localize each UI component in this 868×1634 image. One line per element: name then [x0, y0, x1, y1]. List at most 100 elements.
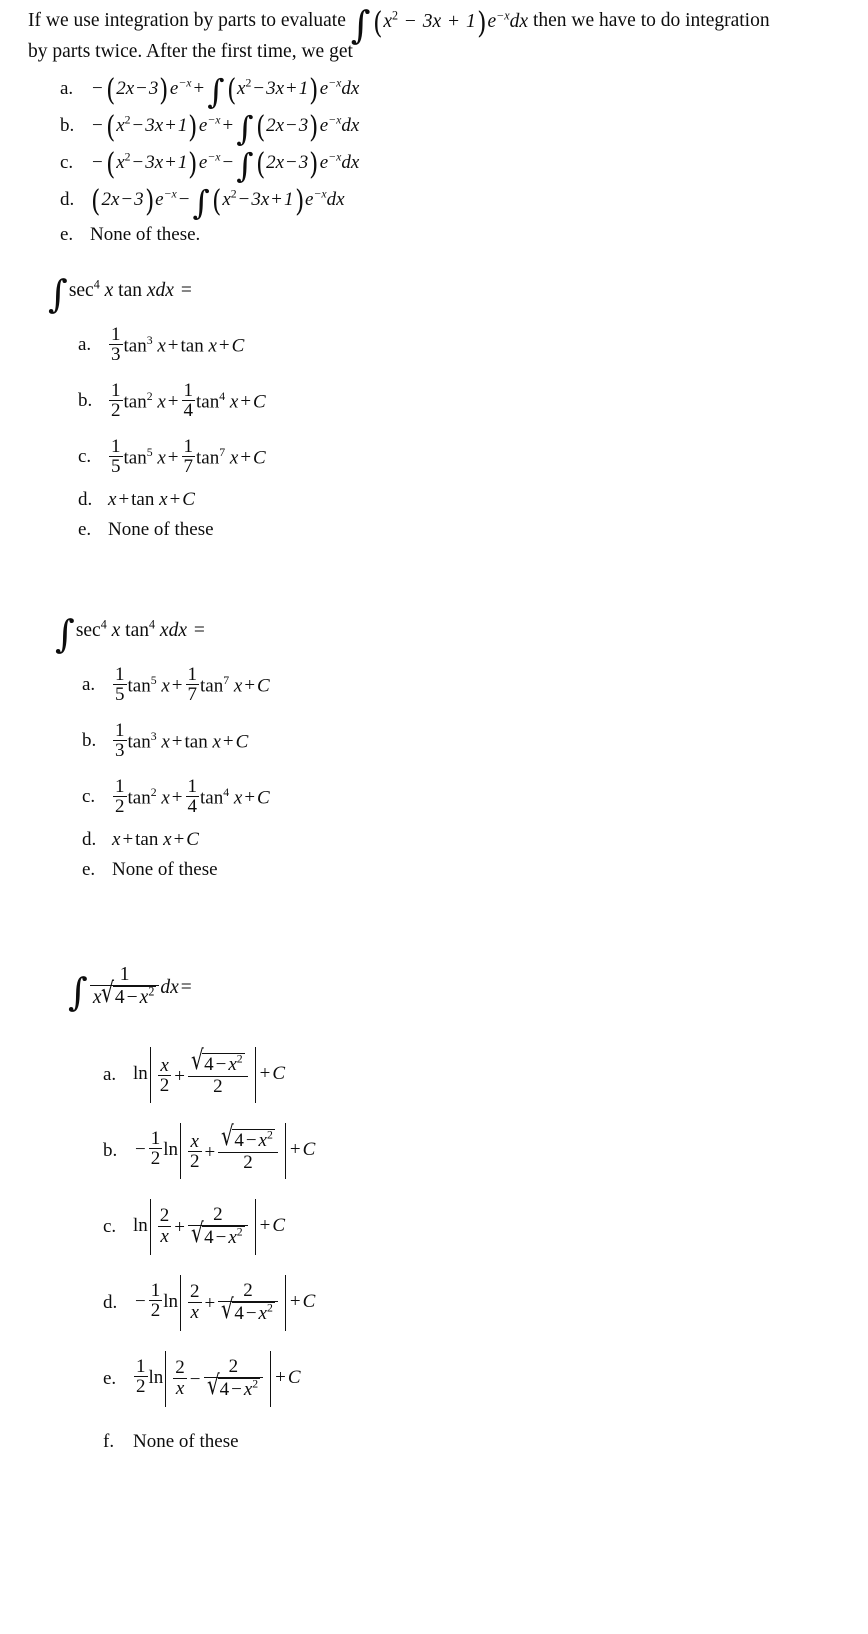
fraction-numerator: 1: [115, 663, 125, 685]
option-body: x + tan x + C: [112, 828, 199, 850]
option-letter: d.: [78, 488, 93, 510]
option-letter: a.: [103, 1063, 117, 1085]
fraction-numerator: 1: [111, 379, 121, 401]
option-body: 1 2 tan2 x +1 4 tan4 x + C: [113, 775, 270, 818]
option-letter: a.: [60, 78, 74, 100]
question-4-stem: ∫ 1 x√4− x2 dx =: [68, 964, 192, 1014]
option-letter: a.: [82, 673, 96, 695]
power: 3: [150, 729, 157, 743]
option-row[interactable]: d. x + tan x + C: [78, 485, 848, 515]
option-body: 1 5 tan5 x +1 7 tan7 x + C: [113, 663, 270, 706]
fraction-numerator: 1: [187, 775, 198, 797]
question-2-stem: ∫sec4 x tan xdx =: [48, 272, 192, 317]
option-row[interactable]: b. 1 3 tan3 x + tan x + C: [82, 713, 855, 769]
fraction-denominator: 7: [181, 456, 196, 478]
option-letter: c.: [103, 1215, 117, 1237]
fraction-denominator: 3: [113, 740, 127, 762]
option-body: −1 2 ln 2 x +2 √4− x2 + C: [133, 1274, 315, 1331]
fraction-numerator: 1: [187, 663, 198, 685]
option-letter: d.: [103, 1291, 118, 1313]
option-letter: e.: [82, 858, 96, 880]
question-1: If we use integration by parts to evalua…: [28, 6, 860, 251]
option-row[interactable]: c. 1 5 tan5 x +1 7 tan7 x + C: [78, 429, 848, 485]
fraction-numerator: 1: [183, 379, 194, 401]
stem-fraction: 1 x√4− x2: [89, 964, 160, 1010]
option-body: 1 5 tan5 x +1 7 tan7 x + C: [109, 435, 266, 478]
option-row[interactable]: d. (2x −3)e−x −∫(x2−3x +1)e−xdx: [60, 182, 860, 223]
q1-integrand-exp: e−xdx: [487, 8, 529, 32]
option-row[interactable]: e. None of these: [78, 515, 848, 545]
question-3: ∫sec4 x tan4 xdx = a. 1 5 tan5 x +1 7 tan7 x +…: [55, 612, 855, 885]
option-row[interactable]: a. 1 5 tan5 x +1 7 tan7 x + C: [82, 657, 855, 713]
question-2: ∫sec4 x tan xdx = a. 1 3 tan3 x + tan x + C b.…: [48, 272, 848, 545]
option-row[interactable]: b. − (x2−3x +1)e−x +∫(2x −3)e−xdx: [60, 108, 860, 149]
option-row[interactable]: a. − (2x −3)e−x +∫(x2−3x +1)e−xdx: [60, 71, 860, 109]
power: 2: [150, 785, 157, 799]
fraction-denominator: x√4− x2: [89, 977, 160, 1010]
q1-stem-integral: ∫(x2 − 3x + 1)e−xdx: [350, 2, 529, 47]
option-row[interactable]: d. −1 2 ln 2 x +2 √4− x2 + C: [103, 1265, 858, 1341]
power: 5: [150, 673, 157, 687]
option-body: None of these: [112, 858, 218, 880]
option-row[interactable]: e. None of these: [82, 855, 855, 885]
question-1-stem: If we use integration by parts to evalua…: [28, 6, 860, 67]
integral-sign: ∫: [48, 272, 68, 317]
option-row[interactable]: c. 1 2 tan2 x +1 4 tan4 x + C: [82, 769, 855, 825]
option-letter: d.: [60, 189, 75, 211]
option-row[interactable]: a. 1 3 tan3 x + tan x + C: [78, 317, 848, 373]
option-row[interactable]: c. − (x2−3x +1)e−x −∫(2x −3)e−xdx: [60, 145, 860, 186]
integral-sign: ∫: [68, 969, 88, 1014]
option-letter: c.: [78, 445, 92, 467]
q1-stem-line2: by parts twice. After the first time, we…: [28, 40, 353, 62]
option-body: − (x2−3x +1)e−x −∫(2x −3)e−xdx: [92, 146, 360, 186]
option-row[interactable]: d. x + tan x + C: [82, 825, 855, 855]
option-letter: e.: [103, 1367, 117, 1389]
absolute-value: 2 x −2 √4− x2: [165, 1350, 272, 1407]
power: 2: [146, 389, 153, 403]
fraction-denominator: 4: [181, 400, 196, 422]
option-body: 1 3 tan3 x + tan x + C: [109, 323, 245, 366]
power: 5: [146, 445, 153, 459]
option-body: x + tan x + C: [108, 488, 195, 510]
question-1-options: a. − (2x −3)e−x +∫(x2−3x +1)e−xdx b. − (x2−3x…: [60, 71, 860, 251]
integral-sign: ∫: [350, 2, 371, 47]
option-letter: b.: [103, 1139, 118, 1161]
option-row[interactable]: c. ln 2 x +2 √4− x2 + C: [103, 1189, 858, 1265]
fraction-denominator: 5: [109, 456, 123, 478]
question-4-options: a. ln x 2 + √4− x2 2 + C b. −1 2 ln x 2 + √4− x2 2 + C c. …: [103, 1037, 858, 1471]
option-letter: b.: [78, 389, 93, 411]
fraction-numerator: 1: [115, 775, 125, 797]
option-letter: c.: [82, 785, 96, 807]
q1-integrand-poly: x2 − 3x + 1: [383, 8, 476, 32]
q1-stem-line1-post: then we have to do integration: [532, 10, 770, 31]
fraction-numerator: 1: [111, 435, 121, 457]
option-row[interactable]: e. 1 2 ln 2 x −2 √4− x2 + C: [103, 1341, 858, 1417]
option-row[interactable]: e. None of these.: [60, 219, 860, 251]
option-row[interactable]: b. −1 2 ln x 2 + √4− x2 2 + C: [103, 1113, 858, 1189]
option-row[interactable]: b. 1 2 tan2 x +1 4 tan4 x + C: [78, 373, 848, 429]
integral-sign: ∫: [55, 612, 75, 657]
fraction-denominator: 3: [109, 344, 123, 366]
absolute-value: 2 x +2 √4− x2: [180, 1274, 286, 1331]
paren-open: (: [372, 5, 383, 41]
power: 7: [223, 673, 230, 687]
fraction-denominator: 4: [185, 796, 200, 818]
option-row[interactable]: a. ln x 2 + √4− x2 2 + C: [103, 1037, 858, 1113]
option-body: − (x2−3x +1)e−x +∫(2x −3)e−xdx: [92, 109, 360, 149]
fraction-denominator: 5: [113, 684, 127, 706]
option-body: (2x −3)e−x −∫(x2−3x +1)e−xdx: [91, 183, 345, 223]
option-letter: f.: [103, 1430, 115, 1452]
option-letter: b.: [60, 115, 75, 137]
option-body: None of these.: [90, 223, 201, 245]
absolute-value: 2 x +2 √4− x2: [149, 1198, 256, 1255]
option-letter: a.: [78, 333, 92, 355]
q1-stem-line1-pre: If we use integration by parts to evalua…: [28, 10, 346, 31]
option-letter: c.: [60, 152, 74, 174]
radical: √4− x2: [101, 977, 157, 1010]
fraction-denominator: 7: [185, 684, 200, 706]
option-body: ln x 2 + √4− x2 2 + C: [133, 1047, 285, 1103]
option-body: 1 2 ln 2 x −2 √4− x2 + C: [133, 1350, 301, 1407]
option-body: 1 3 tan3 x + tan x + C: [113, 719, 249, 762]
option-row[interactable]: f. None of these: [103, 1417, 858, 1471]
paren-close: ): [476, 5, 487, 41]
